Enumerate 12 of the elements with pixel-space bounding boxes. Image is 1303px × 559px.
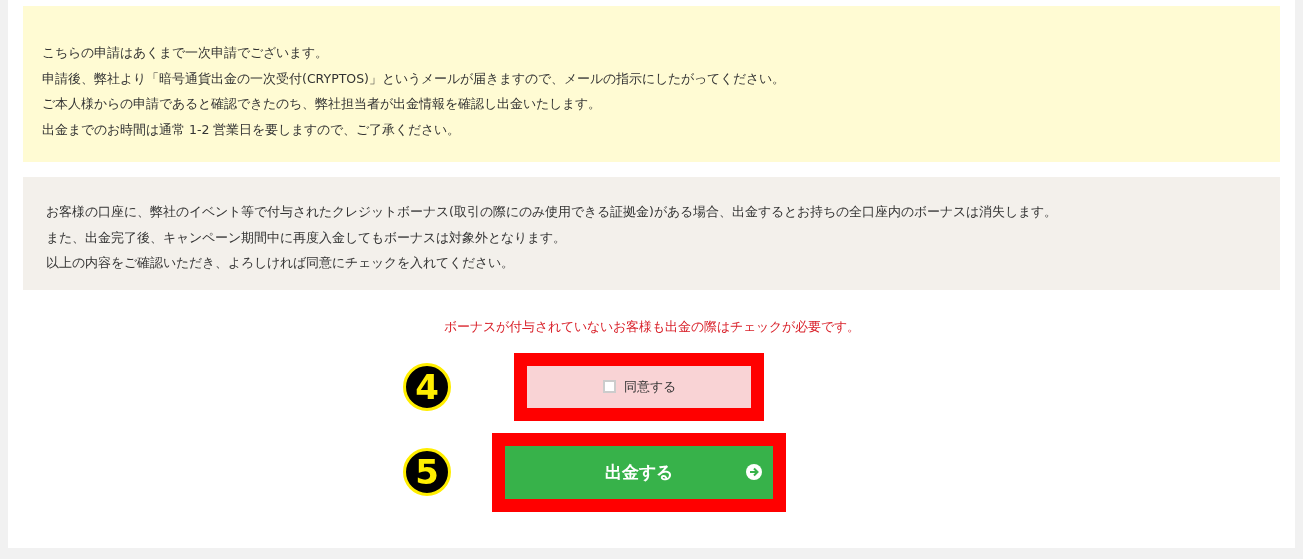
warning-text: ボーナスが付与されていないお客様も出金の際はチェックが必要です。 (442, 318, 861, 336)
step-badge: 5 (403, 448, 451, 497)
notice-text: ご本人様からの申請であると確認できたのち、弊社担当者が出金情報を確認し出金いたします。 (42, 95, 602, 113)
arrow-right-icon (746, 463, 762, 480)
notice-text: 出金までのお時間は通常 1-2 営業日を要しますので、ご了承ください。 (42, 120, 462, 139)
notice-text: また、出金完了後、キャンペーン期間中に再度入金してもボーナスは対象外となります。 (46, 228, 567, 247)
step-badge: 4 (403, 362, 451, 411)
notice-text: お客様の口座に、弊社のイベント等で付与されたクレジットボーナス(取引の際にのみ使用できる証拠金)がある場合、出金するとお持ちの全口座内のボーナスは消失します。 (46, 203, 1058, 221)
notice-text: こちらの申請はあくまで一次申請でございます。 (42, 44, 329, 62)
notice-text: 以上の内容をご確認いただき、よろしければ同意にチェックを入れてください。 (46, 254, 515, 272)
notice-text: 申請後、弊社より「暗号通貨出金の一次受付(CRYPTOS)」というメールが届きますので、メールの指示にしたがってください。 (42, 69, 786, 88)
agree-checkbox[interactable]: 同意する (527, 365, 751, 408)
